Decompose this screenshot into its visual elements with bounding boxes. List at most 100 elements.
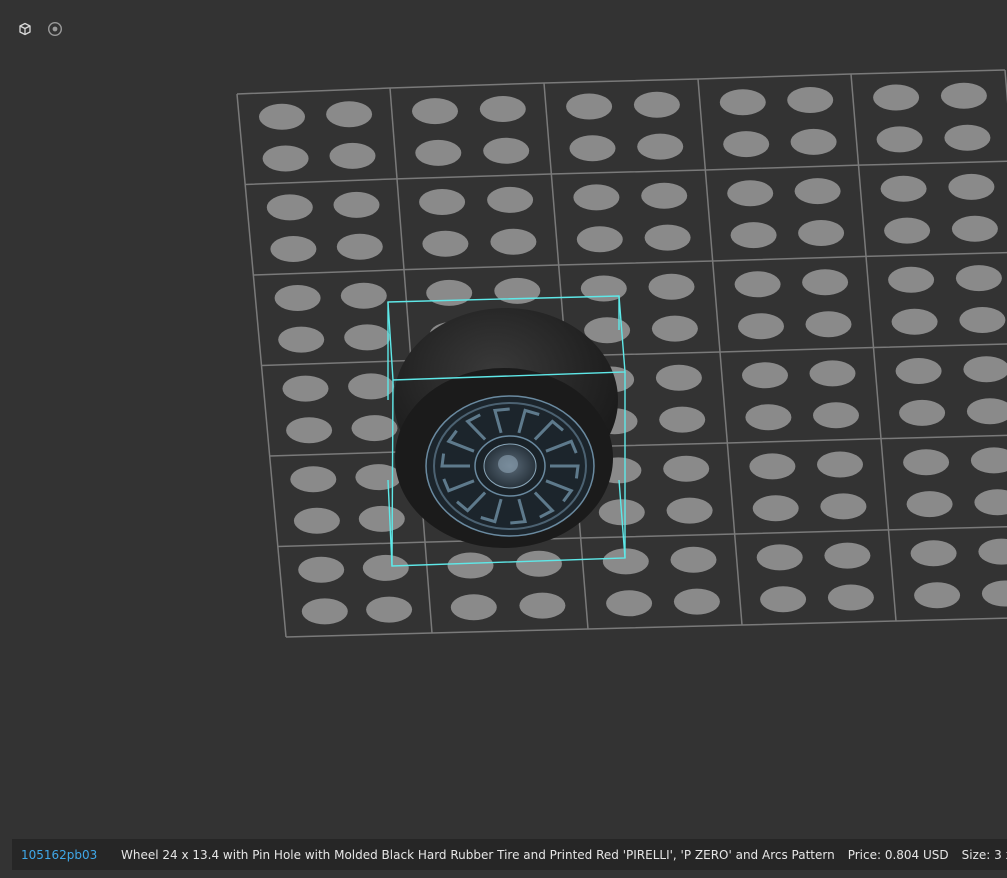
stud (278, 326, 325, 353)
stud (290, 466, 337, 493)
stud (450, 594, 497, 621)
stud (333, 191, 380, 218)
stud (787, 87, 834, 113)
stud (298, 556, 345, 583)
stud (483, 137, 530, 164)
stud (970, 447, 1007, 474)
stud (516, 550, 562, 577)
stud (419, 189, 466, 215)
stud (903, 449, 950, 476)
scene-canvas[interactable] (0, 0, 1007, 838)
stud (355, 464, 402, 491)
stud (490, 228, 537, 255)
stud (884, 217, 931, 244)
stud (274, 285, 321, 311)
stud (426, 279, 473, 306)
stud (487, 186, 534, 213)
stud (798, 220, 845, 246)
stud (790, 128, 837, 155)
stud (981, 580, 1007, 607)
stud (576, 226, 623, 253)
part-id-link[interactable]: 105162pb03 (21, 848, 111, 862)
stud (270, 236, 317, 262)
stud (358, 505, 405, 532)
stud (655, 364, 702, 391)
rim (425, 395, 595, 537)
stud (479, 96, 526, 122)
stud (606, 590, 653, 617)
stud (948, 173, 995, 200)
stud (580, 275, 627, 302)
stud (802, 269, 849, 296)
stud (914, 582, 961, 609)
stud (362, 554, 409, 581)
viewer-toolbar (14, 16, 66, 42)
stud (794, 178, 841, 205)
cube-icon (19, 22, 31, 36)
stud (266, 194, 313, 221)
stud (566, 93, 613, 120)
3d-viewport[interactable] (0, 0, 1007, 838)
stud (351, 415, 398, 442)
stud (738, 313, 784, 340)
stud (262, 145, 309, 172)
stud (820, 493, 867, 520)
stud (644, 224, 691, 251)
stud (880, 175, 927, 202)
stud (301, 598, 348, 625)
stud (805, 311, 852, 338)
stud (966, 398, 1007, 425)
stud (959, 307, 1006, 333)
stud (895, 358, 942, 384)
stud (633, 91, 680, 118)
stud (891, 308, 938, 335)
stud (876, 126, 923, 153)
reset-view-button[interactable] (44, 16, 66, 42)
stud (944, 124, 991, 151)
stud (659, 406, 706, 433)
stud (584, 317, 631, 344)
stud (673, 588, 720, 615)
stud (813, 402, 859, 429)
stud (906, 491, 953, 518)
part-size: Size: 3 x 1.7 x 3 in Stud (961, 847, 1007, 862)
stud (569, 135, 616, 162)
stud (978, 538, 1007, 565)
stud (447, 552, 494, 579)
stud (670, 546, 717, 573)
stud (951, 215, 998, 242)
stud (899, 399, 946, 426)
stud (910, 540, 957, 567)
stud (651, 315, 698, 342)
stud (827, 584, 874, 611)
stud (719, 89, 766, 116)
stud (641, 182, 688, 209)
baseplate (236, 69, 1007, 638)
stud (602, 548, 649, 575)
stud (259, 103, 305, 130)
part-price: Price: 0.804 USD (847, 847, 949, 862)
stud (752, 495, 799, 522)
stud (745, 404, 792, 431)
view-cube-button[interactable] (14, 16, 36, 42)
stud (573, 184, 620, 211)
stud (422, 230, 469, 257)
wheel-model[interactable] (394, 308, 618, 548)
stud (730, 222, 777, 249)
stud (293, 507, 340, 534)
target-icon (47, 21, 63, 37)
stud (648, 273, 695, 300)
stud (940, 82, 987, 109)
stud (666, 497, 713, 524)
stud (344, 324, 391, 351)
stud (348, 373, 395, 400)
stud (637, 133, 684, 160)
stud (888, 266, 935, 293)
stud (494, 277, 541, 304)
stud (963, 356, 1007, 383)
stud (760, 586, 807, 613)
stud (336, 233, 383, 260)
stud (824, 542, 871, 569)
stud (340, 282, 387, 309)
stud (723, 131, 770, 158)
